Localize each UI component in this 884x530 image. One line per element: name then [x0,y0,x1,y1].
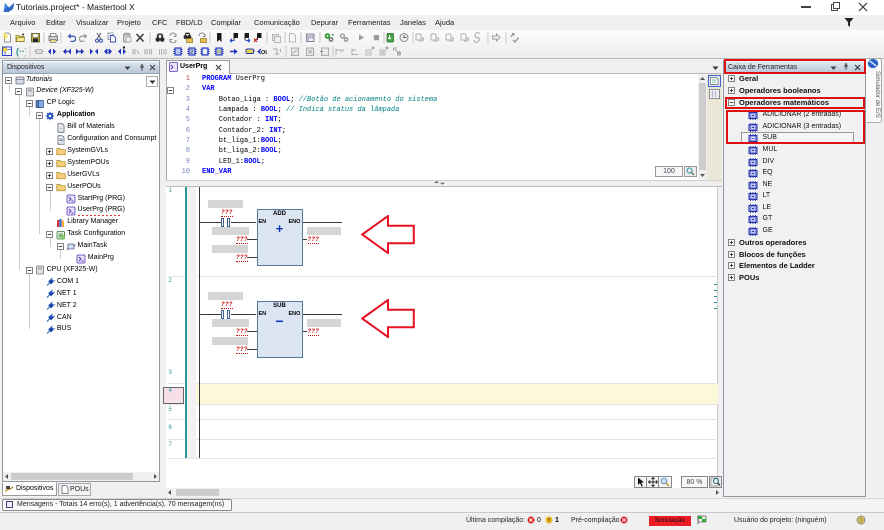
svg-text:N: N [217,50,221,56]
svg-text:OUT: OUT [261,50,267,56]
svg-text:2: 2 [190,50,193,56]
